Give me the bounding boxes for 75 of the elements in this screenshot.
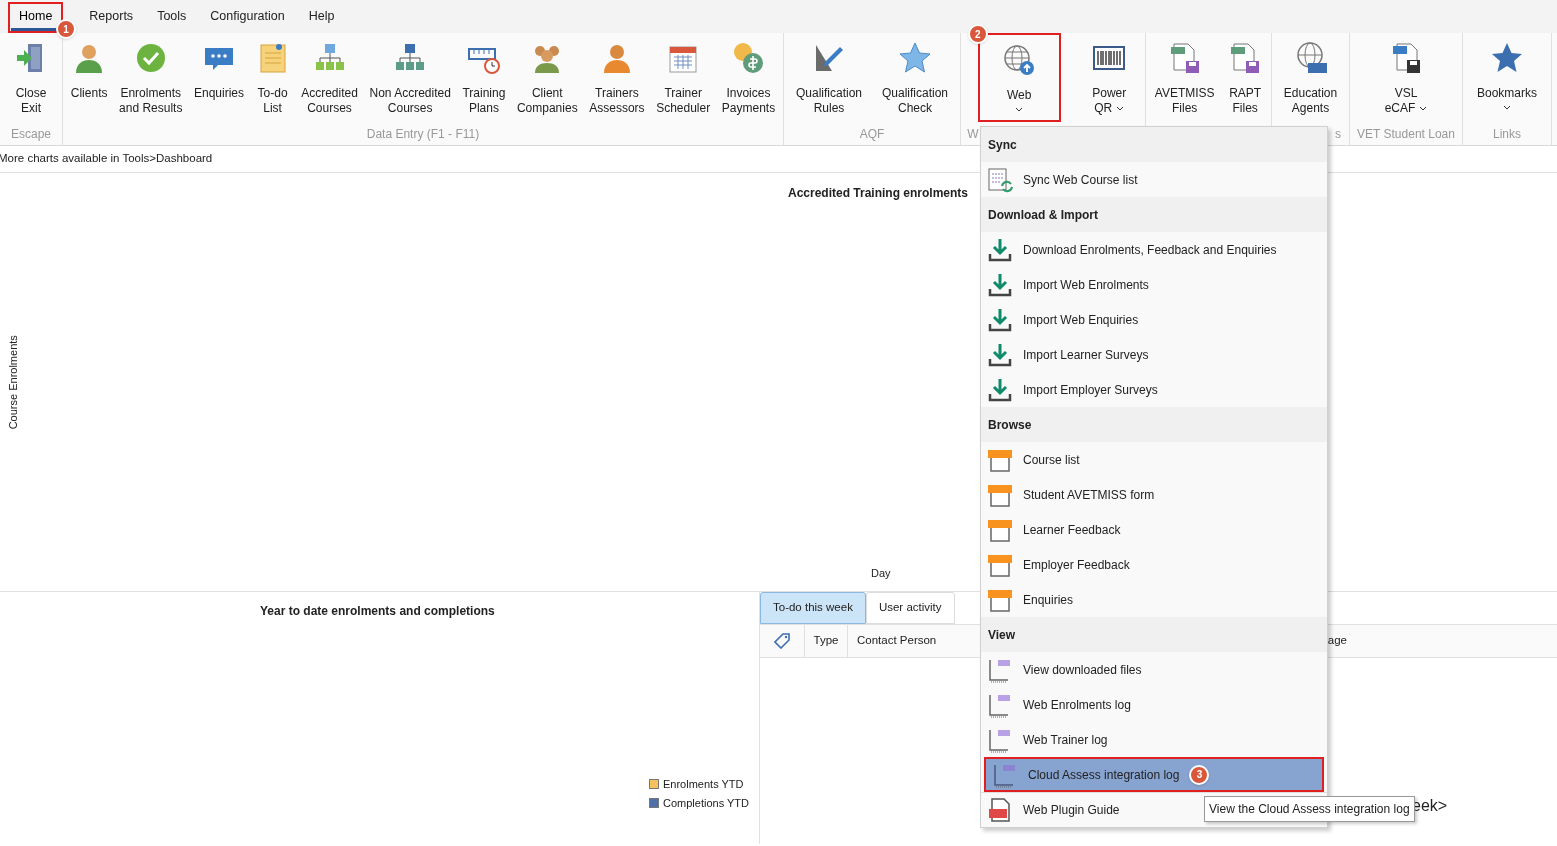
- ribbon-button[interactable]: Trainer Scheduler: [654, 33, 713, 123]
- menu-tab[interactable]: Reports: [81, 5, 142, 31]
- ribbon-button[interactable]: Power QR: [1090, 33, 1129, 123]
- group-label: VET Student Loan: [1357, 126, 1455, 143]
- ribbon-button[interactable]: Qualification Rules: [793, 33, 864, 123]
- group-label: W: [967, 126, 979, 143]
- ribbon-button[interactable]: Invoices Payments: [719, 33, 778, 123]
- column-header: Type: [805, 625, 848, 657]
- group-label: Escape: [11, 126, 51, 143]
- group-label: Data Entry (F1 - F11): [366, 126, 480, 143]
- download-icon: [987, 306, 1013, 333]
- group-label: AQF: [859, 126, 885, 143]
- legend-label: Completions YTD: [663, 795, 749, 811]
- panel-tab[interactable]: To-do this week: [760, 592, 866, 624]
- tag-icon: [774, 633, 790, 649]
- menu-section-header: Browse: [981, 407, 1327, 442]
- menu-item[interactable]: Student AVETMISS form: [981, 477, 1327, 512]
- menu-section-header: Sync: [981, 127, 1327, 162]
- menu-item[interactable]: Course list: [981, 442, 1327, 477]
- ribbon-button[interactable]: Training Plans: [460, 33, 508, 123]
- menu-item[interactable]: Learner Feedback: [981, 512, 1327, 547]
- ribbon-button[interactable]: Web: [1000, 35, 1039, 120]
- ribbon-button[interactable]: Trainers Assessors: [587, 33, 647, 123]
- menu-item[interactable]: Import Learner Surveys: [981, 337, 1327, 372]
- menu-item[interactable]: Sync Web Course list: [981, 162, 1327, 197]
- group-label: Links: [1493, 126, 1521, 143]
- legend-label: Enrolments YTD: [663, 777, 744, 792]
- ribbon-button[interactable]: Enquiries: [192, 33, 247, 123]
- ribbon-button[interactable]: AVETMISS Files: [1152, 33, 1217, 123]
- menu-item[interactable]: Web Enrolments log: [981, 687, 1327, 722]
- ribbon-button[interactable]: Education Agents: [1281, 33, 1340, 123]
- download-icon: [987, 271, 1013, 298]
- panel-tab[interactable]: User activity: [865, 592, 955, 624]
- ribbon-button[interactable]: Enrolments and Results: [117, 33, 185, 123]
- ribbon-button[interactable]: RAPT Files: [1226, 33, 1265, 123]
- tooltip: View the Cloud Assess integration log: [1204, 796, 1415, 822]
- menu-section-header: Download & Import: [981, 197, 1327, 232]
- download-icon: [987, 341, 1013, 368]
- coins-icon: [731, 41, 766, 75]
- chart-title: Accredited Training enrolments: [788, 185, 969, 202]
- ribbon-button[interactable]: Accredited Courses: [299, 33, 360, 123]
- menu-section-header: View: [981, 617, 1327, 652]
- list-sync-icon: [987, 166, 1013, 193]
- column-header: age: [1327, 633, 1347, 649]
- menu-item[interactable]: Import Employer Surveys: [981, 372, 1327, 407]
- globe-upload-icon: [1002, 43, 1037, 77]
- menu-tab[interactable]: Configuration: [202, 5, 293, 31]
- pdf-file-icon: [987, 797, 1013, 823]
- group-label: s: [1335, 126, 1341, 143]
- menu-item[interactable]: Enquiries: [981, 582, 1327, 617]
- step-badge: 1: [56, 19, 76, 39]
- ribbon-button[interactable]: Close Exit: [12, 33, 50, 123]
- x-axis-label: Day: [871, 565, 891, 581]
- menu-item[interactable]: Import Web Enquiries: [981, 302, 1327, 337]
- panel-title: Year to date enrolments and completions: [260, 603, 495, 620]
- step-badge: 3: [1189, 764, 1210, 785]
- menu-item[interactable]: Import Web Enrolments: [981, 267, 1327, 302]
- menu-tab[interactable]: Help: [300, 5, 343, 31]
- ribbon-button[interactable]: Bookmarks: [1475, 33, 1539, 123]
- column-header: Contact Person: [857, 633, 937, 649]
- menu-item[interactable]: Web Trainer log: [981, 722, 1327, 757]
- ribbon-button[interactable]: VSL eCAF: [1382, 33, 1430, 123]
- y-axis-label: Course Enrolments: [5, 334, 20, 430]
- download-icon: [987, 376, 1013, 403]
- download-icon: [987, 236, 1013, 263]
- ribbon-button[interactable]: Client Companies: [514, 33, 580, 123]
- ribbon-button[interactable]: Qualification Check: [879, 33, 950, 123]
- star-icon: [898, 41, 932, 75]
- menu-tab[interactable]: Tools: [149, 5, 195, 31]
- menu-item[interactable]: Employer Feedback: [981, 547, 1327, 582]
- menu-item[interactable]: Download Enrolments, Feedback and Enquiries: [981, 232, 1327, 267]
- ribbon-button[interactable]: To-do List: [253, 33, 292, 123]
- ribbon-button[interactable]: Non Accredited Courses: [367, 33, 453, 123]
- menu-item[interactable]: View downloaded files: [981, 652, 1327, 687]
- menu-item[interactable]: Cloud Assess integration log 3: [984, 757, 1324, 792]
